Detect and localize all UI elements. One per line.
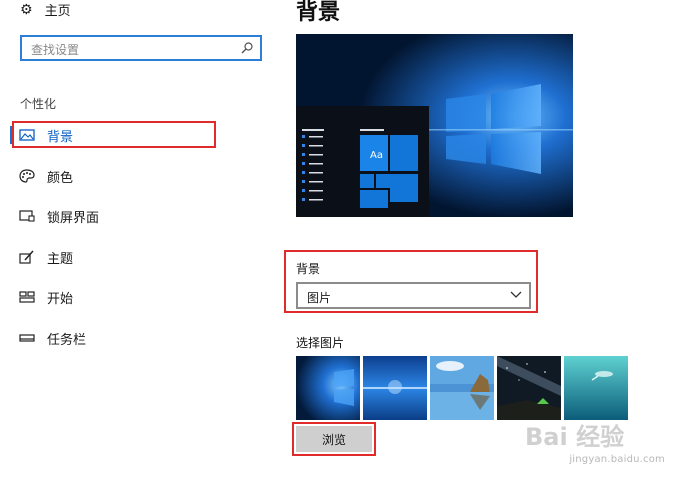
theme-brush-icon — [19, 250, 34, 264]
search-input[interactable]: 查找设置 — [20, 35, 262, 61]
search-placeholder: 查找设置 — [31, 43, 80, 57]
sidebar-item-themes[interactable]: 主题 — [19, 248, 74, 267]
thumbnail-1[interactable] — [296, 356, 360, 420]
background-preview: Aa — [296, 34, 573, 217]
sidebar-item-label: 颜色 — [47, 170, 74, 186]
sidebar-item-label: 锁屏界面 — [47, 210, 100, 226]
sidebar-item-background[interactable]: 背景 — [19, 126, 74, 145]
sidebar-item-label: 背景 — [47, 129, 74, 145]
thumbnail-5[interactable] — [564, 356, 628, 420]
home-link[interactable]: ⚙ 主页 — [20, 0, 71, 20]
sidebar-item-label: 主题 — [47, 251, 74, 267]
start-grid-icon — [19, 291, 35, 303]
baidu-jingyan-watermark: Bai 经验 — [525, 423, 624, 451]
thumbnail-4[interactable] — [497, 356, 561, 420]
thumbnail-2[interactable] — [363, 356, 427, 420]
browse-button[interactable]: 浏览 — [296, 426, 372, 452]
picture-icon — [19, 129, 35, 141]
taskbar-icon — [19, 334, 35, 342]
choose-picture-label: 选择图片 — [296, 336, 345, 350]
background-type-dropdown[interactable]: 图片 — [296, 282, 531, 309]
sidebar-item-taskbar[interactable]: 任务栏 — [19, 329, 87, 348]
sidebar-item-colors[interactable]: 颜色 — [19, 167, 74, 186]
personalization-heading: 个性化 — [20, 97, 57, 111]
sidebar-item-label: 开始 — [47, 291, 74, 307]
picture-thumbnails — [296, 356, 628, 420]
dropdown-value: 图片 — [307, 291, 332, 305]
palette-icon — [19, 169, 35, 183]
background-type-label: 背景 — [296, 262, 321, 276]
watermark-url: jingyan.baidu.com — [569, 454, 665, 465]
chevron-down-icon — [510, 291, 522, 298]
gear-icon: ⚙ — [20, 1, 33, 18]
lock-screen-icon — [19, 210, 35, 222]
sidebar-item-start[interactable]: 开始 — [19, 288, 74, 307]
sidebar-item-label: 任务栏 — [47, 332, 87, 348]
search-icon — [241, 42, 253, 54]
preview-image: Aa — [296, 34, 573, 217]
watermark-brand: Bai 经验 — [525, 423, 624, 451]
page-title: 背景 — [296, 0, 341, 25]
home-label: 主页 — [44, 4, 71, 19]
thumbnail-3[interactable] — [430, 356, 494, 420]
sidebar-item-lock-screen[interactable]: 锁屏界面 — [19, 207, 100, 226]
preview-tile-text: Aa — [370, 150, 383, 161]
